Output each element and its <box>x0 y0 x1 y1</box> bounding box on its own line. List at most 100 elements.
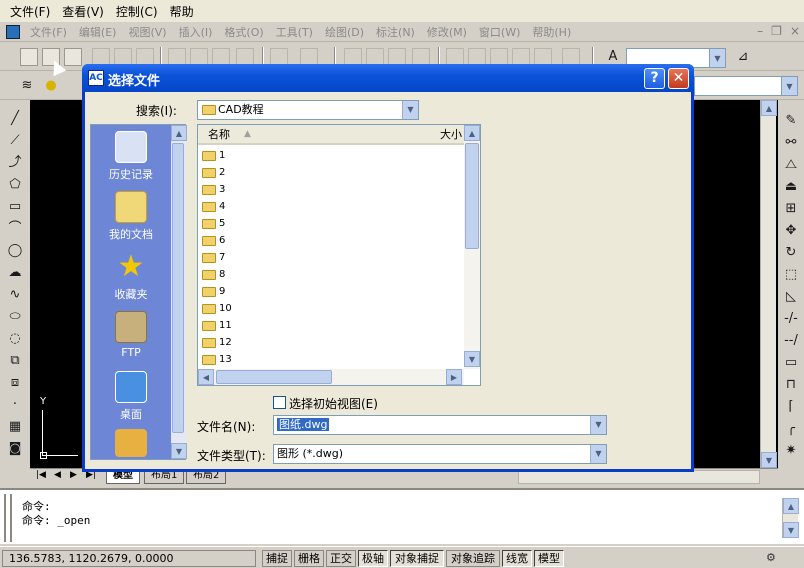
scroll-left-icon[interactable]: ◀ <box>198 369 214 385</box>
copy-object-icon[interactable]: ⚯ <box>782 134 800 152</box>
folder-row[interactable]: 13 <box>202 351 232 368</box>
folder-row[interactable]: 5 <box>202 215 225 232</box>
otrack-toggle[interactable]: 对象追踪 <box>446 550 500 567</box>
ellipse-icon[interactable]: ⬭ <box>6 308 24 326</box>
ellipse-arc-icon[interactable]: ◌ <box>6 330 24 348</box>
rectangle-icon[interactable]: ▭ <box>6 198 24 216</box>
scroll-up-icon[interactable]: ▲ <box>464 125 480 141</box>
places-scroll-thumb[interactable] <box>172 143 184 433</box>
scroll-up-icon[interactable]: ▲ <box>761 100 777 116</box>
place-favorites[interactable]: ★ 收藏夹 <box>91 251 171 302</box>
make-block-icon[interactable]: ⧈ <box>6 374 24 392</box>
coordinate-readout[interactable]: 136.5783, 1120.2679, 0.0000 <box>2 550 256 567</box>
break-icon[interactable]: ▭ <box>782 354 800 372</box>
polygon-icon[interactable]: ⬠ <box>6 176 24 194</box>
cad-menu-file[interactable]: 文件(F) <box>24 24 73 40</box>
erase-icon[interactable]: ✎ <box>782 112 800 130</box>
scroll-down-icon[interactable]: ▼ <box>464 351 480 367</box>
close-icon[interactable]: × <box>790 24 800 38</box>
folder-row[interactable]: 2 <box>202 164 225 181</box>
save-icon[interactable] <box>64 48 82 66</box>
scale-icon[interactable]: ⬚ <box>782 266 800 284</box>
cad-menu-draw[interactable]: 绘图(D) <box>319 24 370 40</box>
lineweight-toggle[interactable]: 线宽 <box>502 550 532 567</box>
extend-icon[interactable]: --/ <box>782 332 800 350</box>
fillet-icon[interactable]: ╭ <box>782 420 800 438</box>
minimize-icon[interactable]: – <box>757 24 763 38</box>
place-ftp[interactable]: FTP <box>91 311 171 359</box>
look-in-dropdown[interactable]: CAD教程 ▼ <box>197 100 419 120</box>
folder-row[interactable]: 11 <box>202 317 232 334</box>
place-history[interactable]: 历史记录 <box>91 131 171 182</box>
file-list[interactable]: 名称 ▲ 大小 1 2 3 4 5 6 7 8 9 10 11 12 13 ▲ … <box>197 124 481 386</box>
place-desktop[interactable]: 桌面 <box>91 371 171 422</box>
folder-row[interactable]: 10 <box>202 300 232 317</box>
column-header-name[interactable]: 名称 <box>198 125 378 145</box>
grid-toggle[interactable]: 栅格 <box>294 550 324 567</box>
snap-toggle[interactable]: 捕捉 <box>262 550 292 567</box>
explode-icon[interactable]: ✷ <box>782 442 800 460</box>
dialog-close-button[interactable]: ✕ <box>668 68 689 89</box>
ortho-toggle[interactable]: 正交 <box>326 550 356 567</box>
stretch-icon[interactable]: ◺ <box>782 288 800 306</box>
tab-nav-prev[interactable]: ◀ <box>54 470 61 480</box>
cad-menu-view[interactable]: 视图(V) <box>122 24 172 40</box>
chamfer-icon[interactable]: ⌈ <box>782 398 800 416</box>
insert-block-icon[interactable]: ⧉ <box>6 352 24 370</box>
places-scrollbar[interactable]: ▲ ▼ <box>171 125 187 459</box>
file-list-hscrollbar[interactable]: ◀ ▶ <box>198 369 464 385</box>
canvas-horizontal-scrollbar[interactable] <box>518 470 760 484</box>
folder-row[interactable]: 8 <box>202 266 225 283</box>
folder-row[interactable]: 3 <box>202 181 225 198</box>
layer-state-icon[interactable]: ● <box>42 77 60 95</box>
folder-row[interactable]: 4 <box>202 198 225 215</box>
color-dropdown[interactable]: ▼ <box>694 76 798 96</box>
cad-menu-edit[interactable]: 编辑(E) <box>73 24 123 40</box>
hatch-icon[interactable]: ▦ <box>6 418 24 436</box>
arc-icon[interactable]: ⌒ <box>6 220 24 238</box>
polar-toggle[interactable]: 极轴 <box>358 550 388 567</box>
point-icon[interactable]: · <box>6 396 24 414</box>
dialog-titlebar[interactable]: AC 选择文件 ? ✕ <box>82 64 694 92</box>
cad-menu-modify[interactable]: 修改(M) <box>421 24 473 40</box>
cad-menu-dimension[interactable]: 标注(N) <box>370 24 421 40</box>
command-prompt-line[interactable]: 命令: _open <box>22 512 90 528</box>
scroll-down-icon[interactable]: ▼ <box>171 443 187 459</box>
place-my-documents[interactable]: 我的文档 <box>91 191 171 242</box>
scroll-up-icon[interactable]: ▲ <box>783 498 799 514</box>
command-scrollbar[interactable]: ▲ ▼ <box>782 498 799 538</box>
revision-cloud-icon[interactable]: ☁ <box>6 264 24 282</box>
cad-menu-tools[interactable]: 工具(T) <box>270 24 319 40</box>
layer-manager-icon[interactable]: ≋ <box>18 77 36 95</box>
file-list-vscroll-thumb[interactable] <box>465 143 479 249</box>
model-toggle[interactable]: 模型 <box>534 550 564 567</box>
cad-menu-insert[interactable]: 插入(I) <box>173 24 219 40</box>
circle-icon[interactable]: ◯ <box>6 242 24 260</box>
line-icon[interactable]: ╱ <box>6 110 24 128</box>
folder-row[interactable]: 7 <box>202 249 225 266</box>
spline-icon[interactable]: ∿ <box>6 286 24 304</box>
dialog-help-button[interactable]: ? <box>644 68 665 89</box>
tab-nav-first[interactable]: |◀ <box>36 470 46 480</box>
osnap-toggle[interactable]: 对象捕捉 <box>390 550 444 567</box>
construction-line-icon[interactable]: ⟋ <box>6 132 24 150</box>
restore-icon[interactable]: ❐ <box>771 24 782 38</box>
array-icon[interactable]: ⊞ <box>782 200 800 218</box>
join-icon[interactable]: ⊓ <box>782 376 800 394</box>
folder-row[interactable]: 9 <box>202 283 225 300</box>
filetype-dropdown[interactable]: 图形 (*.dwg) ▼ <box>273 444 607 464</box>
command-window[interactable]: 命令: 命令: _open ▲ ▼ <box>0 488 804 544</box>
new-icon[interactable] <box>20 48 38 66</box>
rotate-icon[interactable]: ↻ <box>782 244 800 262</box>
mirror-icon[interactable]: ⧍ <box>782 156 800 174</box>
dim-style-icon[interactable]: ⊿ <box>734 48 752 66</box>
menu-help[interactable]: 帮助 <box>164 3 200 20</box>
place-more[interactable] <box>91 429 171 460</box>
scroll-up-icon[interactable]: ▲ <box>171 125 187 141</box>
menu-control[interactable]: 控制(C) <box>110 3 164 20</box>
initial-view-checkbox[interactable] <box>273 396 286 409</box>
tray-settings-icon[interactable]: ⚙ <box>766 551 782 565</box>
scroll-down-icon[interactable]: ▼ <box>783 522 799 538</box>
menu-view[interactable]: 查看(V) <box>56 3 110 20</box>
scroll-down-icon[interactable]: ▼ <box>761 452 777 468</box>
